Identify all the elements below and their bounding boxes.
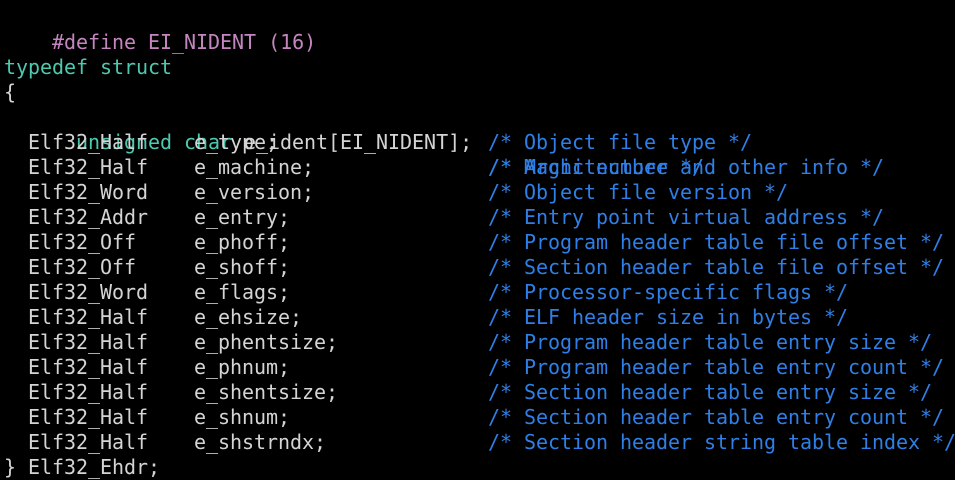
field-comment: /* Architecture */: [488, 155, 705, 179]
field-name: e_phoff;: [194, 230, 291, 254]
field-comment: /* Object file type */: [488, 130, 753, 154]
define-line: #define EI_NIDENT (16): [4, 5, 316, 54]
field-line: Elf32_Off e_shoff; /* Section header table…: [4, 255, 944, 280]
field-type: Elf32_Half: [28, 380, 149, 404]
field-line: Elf32_Half e_shstrndx; /* Section header s…: [4, 430, 955, 455]
field-type: Elf32_Half: [28, 405, 149, 429]
field-comment: /* ELF header size in bytes */: [488, 305, 849, 329]
field-type: Elf32_Half: [28, 355, 149, 379]
field-type: Elf32_Word: [28, 280, 149, 304]
field-type: Elf32_Half: [28, 430, 149, 454]
typedef-line: typedef struct: [4, 55, 173, 79]
field-comment: /* Object file version */: [488, 180, 789, 204]
field-name: e_flags;: [194, 280, 291, 304]
field-comment: /* Program header table file offset */: [488, 230, 945, 254]
field-type: Elf32_Half: [28, 330, 149, 354]
field-name: e_phnum;: [194, 355, 291, 379]
field-line: Elf32_Half e_ehsize; /* ELF header size in…: [4, 305, 848, 330]
field-line: Elf32_Half e_shentsize; /* Section header …: [4, 380, 932, 405]
field-comment: /* Entry point virtual address */: [488, 205, 885, 229]
define-directive: #define: [52, 30, 137, 54]
field-comment: /* Program header table entry count */: [488, 355, 945, 379]
field-line: Elf32_Addr e_entry; /* Entry point virtual…: [4, 205, 884, 230]
field-line: Elf32_Half e_shnum; /* Section header tabl…: [4, 405, 944, 430]
field-line: Elf32_Word e_flags; /* Processor-specific …: [4, 280, 848, 305]
field-comment: /* Section header table entry size */: [488, 380, 933, 404]
field-type: Elf32_Half: [28, 155, 149, 179]
field-type: Elf32_Half: [28, 305, 149, 329]
field-type: Elf32_Addr: [28, 205, 149, 229]
field-comment: /* Section header table entry count */: [488, 405, 945, 429]
field-name: e_machine;: [194, 155, 315, 179]
field-line: Elf32_Half e_machine; /* Architecture */: [4, 155, 704, 180]
field-name: e_version;: [194, 180, 315, 204]
field-name: e_shstrndx;: [194, 430, 327, 454]
field-line: Elf32_Half e_phentsize; /* Program header …: [4, 330, 932, 355]
field-line: Elf32_Off e_phoff; /* Program header table…: [4, 230, 944, 255]
field-comment: /* Program header table entry size */: [488, 330, 933, 354]
field-decl: e_ident[EI_NIDENT];: [244, 130, 473, 154]
field-name: e_shentsize;: [194, 380, 339, 404]
define-name: EI_NIDENT: [148, 30, 257, 54]
closing-line: } Elf32_Ehdr;: [4, 455, 161, 479]
code-editor[interactable]: #define EI_NIDENT (16) typedef struct { …: [0, 0, 955, 480]
field-type: Elf32_Off: [28, 255, 137, 279]
field-comment: /* Section header string table index */: [488, 430, 955, 454]
field-comment: /* Section header table file offset */: [488, 255, 945, 279]
field-name: e_shoff;: [194, 255, 291, 279]
field-line: Elf32_Word e_version; /* Object file versi…: [4, 180, 788, 205]
field-line: Elf32_Half e_type; /* Object file type */: [4, 130, 752, 155]
field-name: e_shnum;: [194, 405, 291, 429]
field-name: e_entry;: [194, 205, 291, 229]
field-name: e_phentsize;: [194, 330, 339, 354]
field-name: e_ehsize;: [194, 305, 303, 329]
field-type: Elf32_Off: [28, 230, 137, 254]
field-comment: /* Processor-specific flags */: [488, 280, 849, 304]
field-type: Elf32_Word: [28, 180, 149, 204]
field-type: Elf32_Half: [28, 130, 149, 154]
field-line-e-ident: unsigned char e_ident[EI_NIDENT]; /* Mag…: [4, 105, 884, 179]
field-name: e_type;: [194, 130, 279, 154]
define-value: (16): [268, 30, 317, 54]
field-line: Elf32_Half e_phnum; /* Program header tabl…: [4, 355, 944, 380]
open-brace: {: [4, 80, 17, 104]
